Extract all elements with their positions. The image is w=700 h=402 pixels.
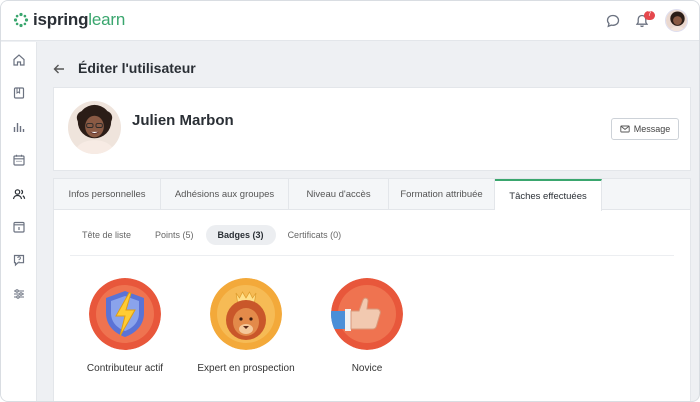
- chat-icon[interactable]: [604, 12, 622, 30]
- subtab-badges[interactable]: Badges (3): [205, 225, 276, 245]
- logo-icon: [13, 12, 29, 28]
- badge-item[interactable]: Expert en prospection: [186, 278, 306, 374]
- logo-text: ispringlearn: [33, 10, 126, 29]
- subtab-bar: Tête de liste Points (5) Badges (3) Cert…: [70, 225, 353, 245]
- divider: [70, 255, 674, 256]
- badge-label: Novice: [351, 363, 383, 374]
- tab-personal-info[interactable]: Infos personnelles: [54, 179, 161, 210]
- sidebar-item-settings[interactable]: [9, 284, 29, 304]
- thumbs-up-icon: [329, 278, 403, 350]
- sliders-icon: [14, 289, 24, 299]
- users-icon: [12, 189, 26, 200]
- subtab-points[interactable]: Points (5): [143, 225, 206, 245]
- sidebar-item-reports[interactable]: [9, 117, 29, 137]
- sidebar-item-info[interactable]: [9, 217, 29, 237]
- profile-avatar: [68, 101, 121, 154]
- info-icon: [13, 221, 25, 233]
- subtab-leaderboard[interactable]: Tête de liste: [70, 225, 143, 245]
- badge-item[interactable]: Contributeur actif: [65, 278, 185, 374]
- lion-icon: [210, 278, 282, 350]
- tab-group-memberships[interactable]: Adhésions aux groupes: [161, 179, 289, 210]
- top-bar: ispringlearn 7: [1, 1, 699, 41]
- app-window: ispringlearn 7 Éditer l'utilisateur Juli…: [0, 0, 700, 402]
- sidebar: [1, 42, 37, 401]
- sidebar-item-users[interactable]: [9, 184, 29, 204]
- sidebar-item-help[interactable]: [9, 250, 29, 270]
- sidebar-item-calendar[interactable]: [9, 150, 29, 170]
- tab-access-level[interactable]: Niveau d'accès: [289, 179, 389, 210]
- sidebar-item-catalog[interactable]: [9, 83, 29, 103]
- tab-completed-tasks[interactable]: Tâches effectuées: [495, 179, 602, 211]
- badge-label: Expert en prospection: [197, 363, 295, 374]
- content-card: Infos personnelles Adhésions aux groupes…: [53, 178, 691, 401]
- logo[interactable]: ispringlearn: [13, 10, 125, 30]
- back-arrow-icon[interactable]: [51, 61, 67, 77]
- notification-badge: 7: [644, 11, 655, 20]
- subtab-certificates[interactable]: Certificats (0): [276, 225, 354, 245]
- user-avatar[interactable]: [665, 9, 688, 32]
- question-icon: [13, 254, 25, 267]
- tab-assigned-training[interactable]: Formation attribuée: [389, 179, 495, 210]
- home-icon: [13, 54, 25, 66]
- sidebar-item-home[interactable]: [9, 50, 29, 70]
- badge-item[interactable]: Novice: [307, 278, 427, 374]
- page-title: Éditer l'utilisateur: [78, 60, 196, 76]
- message-button[interactable]: Message: [611, 118, 679, 140]
- message-button-label: Message: [633, 124, 671, 134]
- user-name: Julien Marbon: [132, 112, 234, 129]
- badge-label: Contributeur actif: [86, 363, 164, 374]
- envelope-icon: [620, 125, 630, 133]
- profile-card: Julien Marbon Message: [53, 87, 691, 171]
- calendar-icon: [13, 154, 25, 166]
- lightning-shield-icon: [89, 278, 161, 350]
- tab-bar: Infos personnelles Adhésions aux groupes…: [54, 179, 690, 211]
- book-icon: [13, 87, 25, 99]
- bar-chart-icon: [13, 123, 25, 132]
